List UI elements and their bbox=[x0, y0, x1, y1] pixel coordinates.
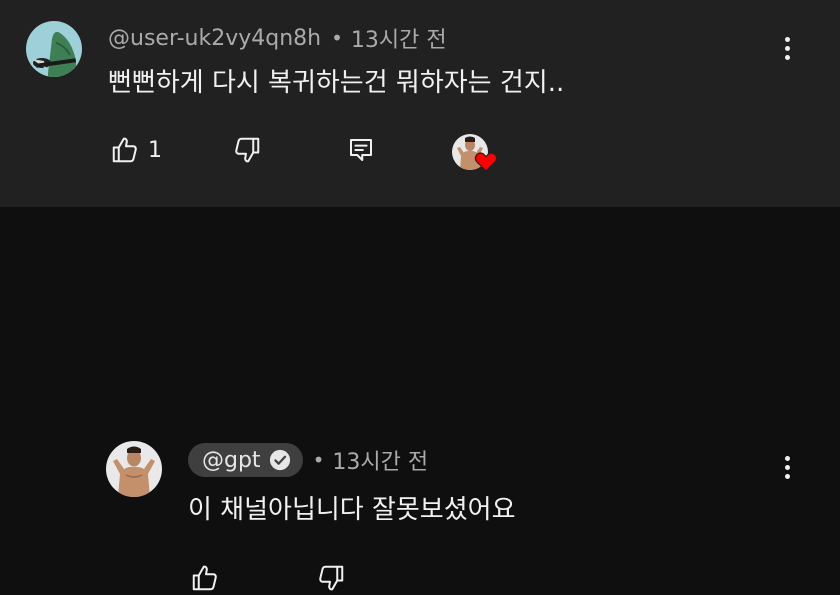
dislike-button[interactable] bbox=[314, 561, 348, 595]
like-button[interactable] bbox=[108, 133, 142, 167]
comment-thread: @user-uk2vy4qn8h • 13시간 전 뻔뻔하게 다시 복귀하는건 … bbox=[0, 0, 840, 207]
reply-button[interactable] bbox=[344, 133, 378, 167]
reply-icon bbox=[350, 139, 372, 161]
comment-actions: 1 bbox=[108, 133, 378, 167]
comment-text: 이 채널아닙니다 잘못보셨어요 bbox=[188, 495, 516, 525]
thumbs-up-icon bbox=[112, 137, 137, 163]
dislike-button[interactable] bbox=[230, 133, 264, 167]
more-vert-icon[interactable] bbox=[777, 453, 797, 483]
thumbs-down-icon bbox=[235, 137, 260, 163]
thumbs-up-icon bbox=[192, 565, 217, 591]
author-handle[interactable]: @user-uk2vy4qn8h bbox=[108, 26, 321, 51]
author-handle: @gpt bbox=[202, 447, 261, 473]
meta-separator: • bbox=[312, 448, 325, 472]
comment-text: 뻔뻔하게 다시 복귀하는건 뭐하자는 건지.. bbox=[108, 68, 565, 98]
comment-meta: @gpt • 13시간 전 bbox=[188, 443, 428, 477]
creator-handle-chip[interactable]: @gpt bbox=[188, 443, 303, 477]
meta-separator: • bbox=[331, 26, 343, 50]
verified-check-icon bbox=[269, 449, 290, 471]
thumbs-down-icon bbox=[319, 565, 344, 591]
creator-heart-icon bbox=[474, 152, 498, 172]
comment-actions bbox=[188, 561, 348, 595]
reply-thread: @gpt • 13시간 전 이 채널아닙니다 잘못보셨어요 bbox=[0, 207, 840, 591]
like-count: 1 bbox=[148, 137, 162, 163]
comment-meta: @user-uk2vy4qn8h • 13시간 전 bbox=[108, 22, 447, 54]
like-button[interactable] bbox=[188, 561, 222, 595]
avatar[interactable] bbox=[106, 441, 162, 497]
comment-timestamp[interactable]: 13시간 전 bbox=[351, 22, 447, 54]
comment-timestamp[interactable]: 13시간 전 bbox=[332, 444, 428, 476]
creator-heart-badge[interactable] bbox=[452, 134, 500, 176]
more-vert-icon[interactable] bbox=[777, 34, 797, 64]
avatar[interactable] bbox=[26, 21, 82, 77]
